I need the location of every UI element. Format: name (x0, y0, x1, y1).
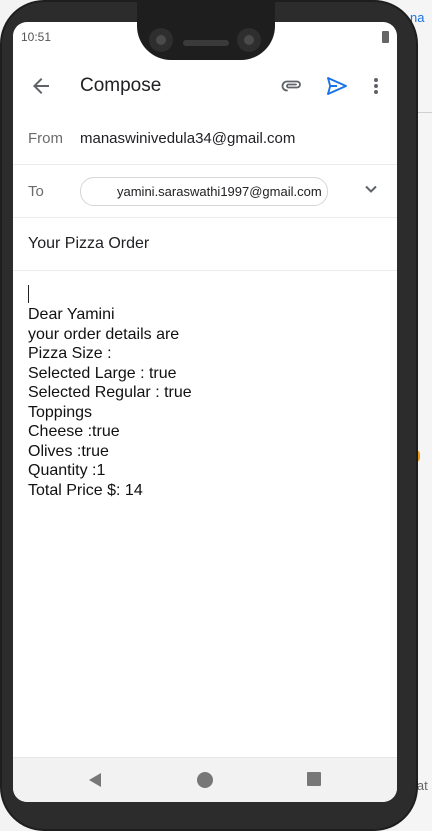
camera-notch (137, 0, 275, 60)
divider (13, 217, 397, 218)
nav-recents-icon[interactable] (307, 772, 321, 786)
body-line: Total Price $: 14 (28, 481, 143, 499)
body-line: Selected Large : true (28, 364, 177, 382)
status-time: 10:51 (21, 30, 52, 44)
battery-icon (382, 31, 389, 43)
body-line: Cheese :true (28, 423, 120, 440)
chevron-down-icon[interactable] (361, 179, 381, 199)
front-camera (149, 28, 173, 52)
from-label: From (28, 130, 63, 147)
phone-screen: 10:51 Compose From manaswinivedula34@gma… (13, 22, 397, 802)
body-editor[interactable]: Dear Yamini your order details are Pizza… (28, 305, 388, 500)
recipient-email: yamini.saraswathi1997@gmail.com (117, 184, 322, 199)
body-line: Dear Yamini (28, 306, 115, 323)
arrow-left-icon[interactable] (29, 74, 53, 98)
nav-home-icon[interactable] (197, 772, 213, 788)
page-title: Compose (80, 75, 162, 96)
body-line: Selected Regular : true (28, 384, 192, 401)
divider (13, 270, 397, 271)
from-value[interactable]: manaswinivedula34@gmail.com (80, 130, 295, 147)
send-icon[interactable] (325, 74, 349, 98)
navigation-bar (13, 757, 397, 802)
nav-back-icon[interactable] (87, 772, 103, 788)
body-line: your order details are (28, 325, 180, 343)
body-line: Pizza Size : (28, 345, 112, 362)
text-cursor (28, 285, 29, 303)
earpiece-speaker (183, 40, 229, 46)
body-line: Quantity :1 (28, 462, 106, 479)
subject-field[interactable]: Your Pizza Order (28, 235, 149, 253)
body-line: Toppings (28, 403, 93, 421)
paperclip-icon[interactable] (280, 74, 304, 98)
divider (13, 164, 397, 165)
body-line: Olives :true (28, 442, 109, 460)
front-camera (237, 28, 261, 52)
recipient-chip[interactable]: yamini.saraswathi1997@gmail.com (80, 177, 328, 206)
desktop-divider (418, 112, 432, 113)
app-bar: Compose (13, 66, 397, 106)
phone-frame: 10:51 Compose From manaswinivedula34@gma… (0, 0, 418, 831)
to-label: To (28, 183, 44, 200)
more-vertical-icon[interactable] (367, 74, 385, 98)
